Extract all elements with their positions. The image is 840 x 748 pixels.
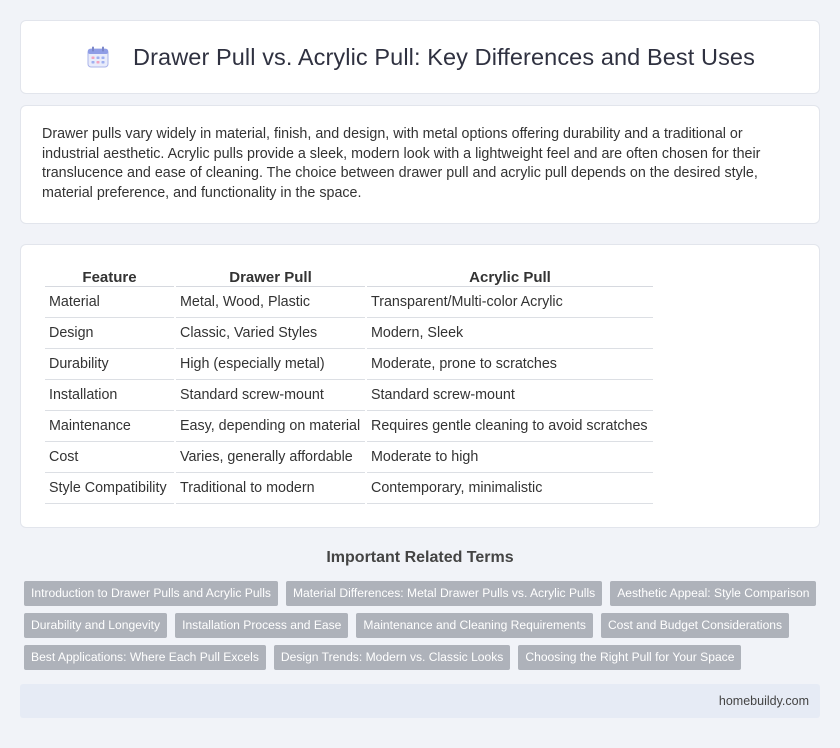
acrylic-pull-cell: Modern, Sleek [367,318,653,349]
feature-cell: Installation [45,380,174,411]
related-term-tag[interactable]: Installation Process and Ease [175,613,349,638]
feature-cell: Maintenance [45,411,174,442]
intro-card: Drawer pulls vary widely in material, fi… [20,105,820,224]
column-header-drawer-pull: Drawer Pull [176,265,365,287]
header: Drawer Pull vs. Acrylic Pull: Key Differ… [85,44,755,71]
related-term-tag[interactable]: Cost and Budget Considerations [600,613,790,638]
acrylic-pull-cell: Requires gentle cleaning to avoid scratc… [367,411,653,442]
related-term-tag[interactable]: Choosing the Right Pull for Your Space [518,645,742,670]
related-term-tag[interactable]: Durability and Longevity [24,613,168,638]
comparison-table: Feature Drawer Pull Acrylic Pull Materia… [43,265,655,504]
footer-site-name[interactable]: homebuildy.com [719,694,809,708]
drawer-pull-cell: High (especially metal) [176,349,365,380]
related-term-tag[interactable]: Aesthetic Appeal: Style Comparison [610,581,817,606]
feature-cell: Durability [45,349,174,380]
acrylic-pull-cell: Contemporary, minimalistic [367,473,653,504]
feature-cell: Material [45,287,174,318]
acrylic-pull-cell: Standard screw-mount [367,380,653,411]
feature-cell: Style Compatibility [45,473,174,504]
feature-cell: Cost [45,442,174,473]
drawer-pull-cell: Easy, depending on material [176,411,365,442]
related-term-tag[interactable]: Best Applications: Where Each Pull Excel… [24,645,266,670]
table-row: Material Metal, Wood, Plastic Transparen… [45,287,653,318]
intro-paragraph: Drawer pulls vary widely in material, fi… [42,126,761,201]
table-row: Durability High (especially metal) Moder… [45,349,653,380]
column-header-feature: Feature [45,265,174,287]
related-term-tag[interactable]: Maintenance and Cleaning Requirements [356,613,593,638]
calendar-icon [87,46,109,68]
acrylic-pull-cell: Transparent/Multi-color Acrylic [367,287,653,318]
table-row: Style Compatibility Traditional to moder… [45,473,653,504]
comparison-card: Feature Drawer Pull Acrylic Pull Materia… [20,244,820,528]
drawer-pull-cell: Standard screw-mount [176,380,365,411]
column-header-acrylic-pull: Acrylic Pull [367,265,653,287]
related-term-tag[interactable]: Material Differences: Metal Drawer Pulls… [285,581,603,606]
related-terms-list: Introduction to Drawer Pulls and Acrylic… [24,581,820,670]
table-row: Design Classic, Varied Styles Modern, Sl… [45,318,653,349]
drawer-pull-cell: Classic, Varied Styles [176,318,365,349]
drawer-pull-cell: Traditional to modern [176,473,365,504]
related-terms-title: Important Related Terms [326,549,514,566]
header-card: Drawer Pull vs. Acrylic Pull: Key Differ… [20,20,820,94]
drawer-pull-cell: Varies, generally affordable [176,442,365,473]
related-term-tag[interactable]: Design Trends: Modern vs. Classic Looks [273,645,511,670]
feature-cell: Design [45,318,174,349]
acrylic-pull-cell: Moderate to high [367,442,653,473]
table-row: Maintenance Easy, depending on material … [45,411,653,442]
footer: homebuildy.com [20,684,820,718]
acrylic-pull-cell: Moderate, prone to scratches [367,349,653,380]
drawer-pull-cell: Metal, Wood, Plastic [176,287,365,318]
page-title: Drawer Pull vs. Acrylic Pull: Key Differ… [133,43,755,70]
table-header-row: Feature Drawer Pull Acrylic Pull [45,265,653,287]
table-row: Installation Standard screw-mount Standa… [45,380,653,411]
table-row: Cost Varies, generally affordable Modera… [45,442,653,473]
related-term-tag[interactable]: Introduction to Drawer Pulls and Acrylic… [24,581,278,606]
